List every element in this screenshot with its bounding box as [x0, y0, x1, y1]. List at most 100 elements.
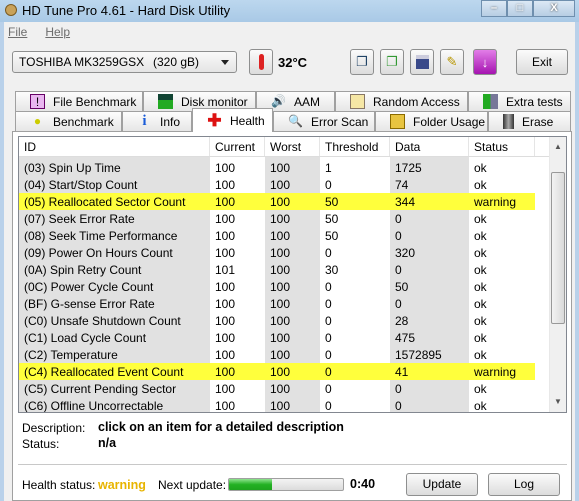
- menu-file[interactable]: File: [8, 25, 27, 39]
- cell-current: 100: [215, 364, 236, 379]
- drive-select[interactable]: TOSHIBA MK3259GSX (320 gB): [12, 51, 237, 73]
- scroll-up-arrow-icon[interactable]: ▲: [550, 139, 566, 155]
- cell-current: 100: [215, 279, 236, 294]
- cell-data: 74: [395, 177, 409, 192]
- table-row[interactable]: (C2) Temperature 100 100 0 1572895 ok: [19, 346, 535, 363]
- header-worst[interactable]: Worst: [265, 137, 320, 156]
- cell-threshold: 0: [325, 381, 332, 396]
- tab-file-benchmark[interactable]: ! File Benchmark: [15, 91, 143, 111]
- cell-status: ok: [474, 245, 487, 260]
- table-row[interactable]: (C5) Current Pending Sector 100 100 0 0 ok: [19, 380, 535, 397]
- table-row[interactable]: (0C) Power Cycle Count 100 100 0 50 ok: [19, 278, 535, 295]
- cell-threshold: 0: [325, 347, 332, 362]
- cell-data: 475: [395, 330, 416, 345]
- table-row[interactable]: (04) Start/Stop Count 100 100 0 74 ok: [19, 176, 535, 193]
- cell-status: ok: [474, 330, 487, 345]
- table-row[interactable]: (03) Spin Up Time 100 100 1 1725 ok: [19, 159, 535, 176]
- cell-id: (03) Spin Up Time: [24, 160, 121, 175]
- tab-random-access[interactable]: Random Access: [335, 91, 468, 111]
- menu-bar: File Help: [8, 25, 70, 39]
- header-data[interactable]: Data: [390, 137, 469, 156]
- scroll-down-arrow-icon[interactable]: ▼: [550, 394, 566, 410]
- copy-button[interactable]: ❐: [350, 49, 374, 75]
- tab-info[interactable]: i Info: [122, 111, 192, 131]
- copy-screenshot-button[interactable]: ❐: [380, 49, 404, 75]
- cell-status: ok: [474, 381, 487, 396]
- table-row[interactable]: (08) Seek Time Performance 100 100 50 0 ok: [19, 227, 535, 244]
- cell-data: 0: [395, 211, 402, 226]
- cell-status: ok: [474, 228, 487, 243]
- vertical-scrollbar[interactable]: ▲ ▼: [549, 137, 566, 412]
- tab-erase[interactable]: Erase: [488, 111, 571, 131]
- tab-error-scan[interactable]: 🔍 Error Scan: [273, 111, 375, 131]
- table-row[interactable]: (0A) Spin Retry Count 101 100 30 0 ok: [19, 261, 535, 278]
- header-id[interactable]: ID: [19, 137, 210, 156]
- table-row[interactable]: (05) Reallocated Sector Count 100 100 50 344…: [19, 193, 535, 210]
- header-threshold[interactable]: Threshold: [320, 137, 390, 156]
- cell-threshold: 0: [325, 296, 332, 311]
- cell-status: ok: [474, 177, 487, 192]
- cell-data: 0: [395, 262, 402, 277]
- tab-folder-usage[interactable]: Folder Usage: [375, 111, 488, 131]
- cell-data: 1725: [395, 160, 422, 175]
- log-button[interactable]: Log: [488, 473, 560, 496]
- status-value: n/a: [98, 436, 117, 450]
- cell-current: 100: [215, 194, 236, 209]
- update-button[interactable]: Update: [406, 473, 478, 496]
- cell-worst: 100: [270, 398, 291, 413]
- cell-id: (C1) Load Cycle Count: [24, 330, 147, 345]
- close-button[interactable]: X: [533, 0, 575, 17]
- cell-current: 100: [215, 347, 236, 362]
- progress-fill: [229, 479, 273, 490]
- table-row[interactable]: (C4) Reallocated Event Count 100 100 0 41 war…: [19, 363, 535, 380]
- thermometer-icon: [258, 54, 264, 70]
- download-button[interactable]: ↓: [473, 49, 497, 75]
- cell-threshold: 50: [325, 194, 339, 209]
- cell-id: (BF) G-sense Error Rate: [24, 296, 155, 311]
- table-row[interactable]: (C6) Offline Uncorrectable 100 100 0 0 ok: [19, 397, 535, 413]
- trash-icon: [503, 114, 514, 129]
- cell-worst: 100: [270, 296, 291, 311]
- cell-id: (04) Start/Stop Count: [24, 177, 138, 192]
- cell-data: 1572895: [395, 347, 442, 362]
- cell-current: 100: [215, 160, 236, 175]
- options-button[interactable]: ✎: [440, 49, 464, 75]
- magnifier-icon: 🔍: [288, 114, 303, 128]
- cell-status: ok: [474, 211, 487, 226]
- cell-current: 100: [215, 313, 236, 328]
- tab-extra-tests[interactable]: Extra tests: [468, 91, 571, 111]
- maximize-button[interactable]: □: [507, 0, 533, 17]
- table-row[interactable]: (BF) G-sense Error Rate 100 100 0 0 ok: [19, 295, 535, 312]
- cell-status: warning: [474, 194, 517, 209]
- title-bar: HD Tune Pro 4.61 - Hard Disk Utility – □…: [0, 0, 579, 22]
- table-row[interactable]: (09) Power On Hours Count 100 100 0 320 ok: [19, 244, 535, 261]
- header-current[interactable]: Current: [210, 137, 265, 156]
- tab-health[interactable]: ✚ Health: [192, 108, 273, 132]
- scrollbar-thumb[interactable]: [551, 172, 565, 324]
- cell-threshold: 0: [325, 313, 332, 328]
- description-label: Description:: [22, 421, 86, 435]
- copy-icon: ❐: [356, 54, 368, 69]
- divider: [18, 464, 567, 465]
- cell-worst: 100: [270, 279, 291, 294]
- health-status-value: warning: [98, 478, 146, 492]
- cell-status: ok: [474, 262, 487, 277]
- save-button[interactable]: [410, 49, 434, 75]
- tab-benchmark[interactable]: ● Benchmark: [15, 111, 122, 131]
- cell-id: (09) Power On Hours Count: [24, 245, 173, 260]
- table-row[interactable]: (C0) Unsafe Shutdown Count 100 100 0 28 ok: [19, 312, 535, 329]
- cell-worst: 100: [270, 347, 291, 362]
- menu-help[interactable]: Help: [45, 25, 70, 39]
- table-row[interactable]: (C1) Load Cycle Count 100 100 0 475 ok: [19, 329, 535, 346]
- cell-threshold: 0: [325, 245, 332, 260]
- thermometer-button[interactable]: [249, 49, 273, 75]
- cell-id: (0C) Power Cycle Count: [24, 279, 154, 294]
- minimize-button[interactable]: –: [481, 0, 507, 17]
- cell-id: (0A) Spin Retry Count: [24, 262, 142, 277]
- table-row[interactable]: (07) Seek Error Rate 100 100 50 0 ok: [19, 210, 535, 227]
- exit-button[interactable]: Exit: [516, 49, 568, 75]
- lightbulb-icon: ●: [33, 114, 42, 128]
- wrench-icon: ✎: [446, 54, 458, 69]
- arrow-down-icon: ↓: [481, 54, 489, 70]
- header-status[interactable]: Status: [469, 137, 535, 156]
